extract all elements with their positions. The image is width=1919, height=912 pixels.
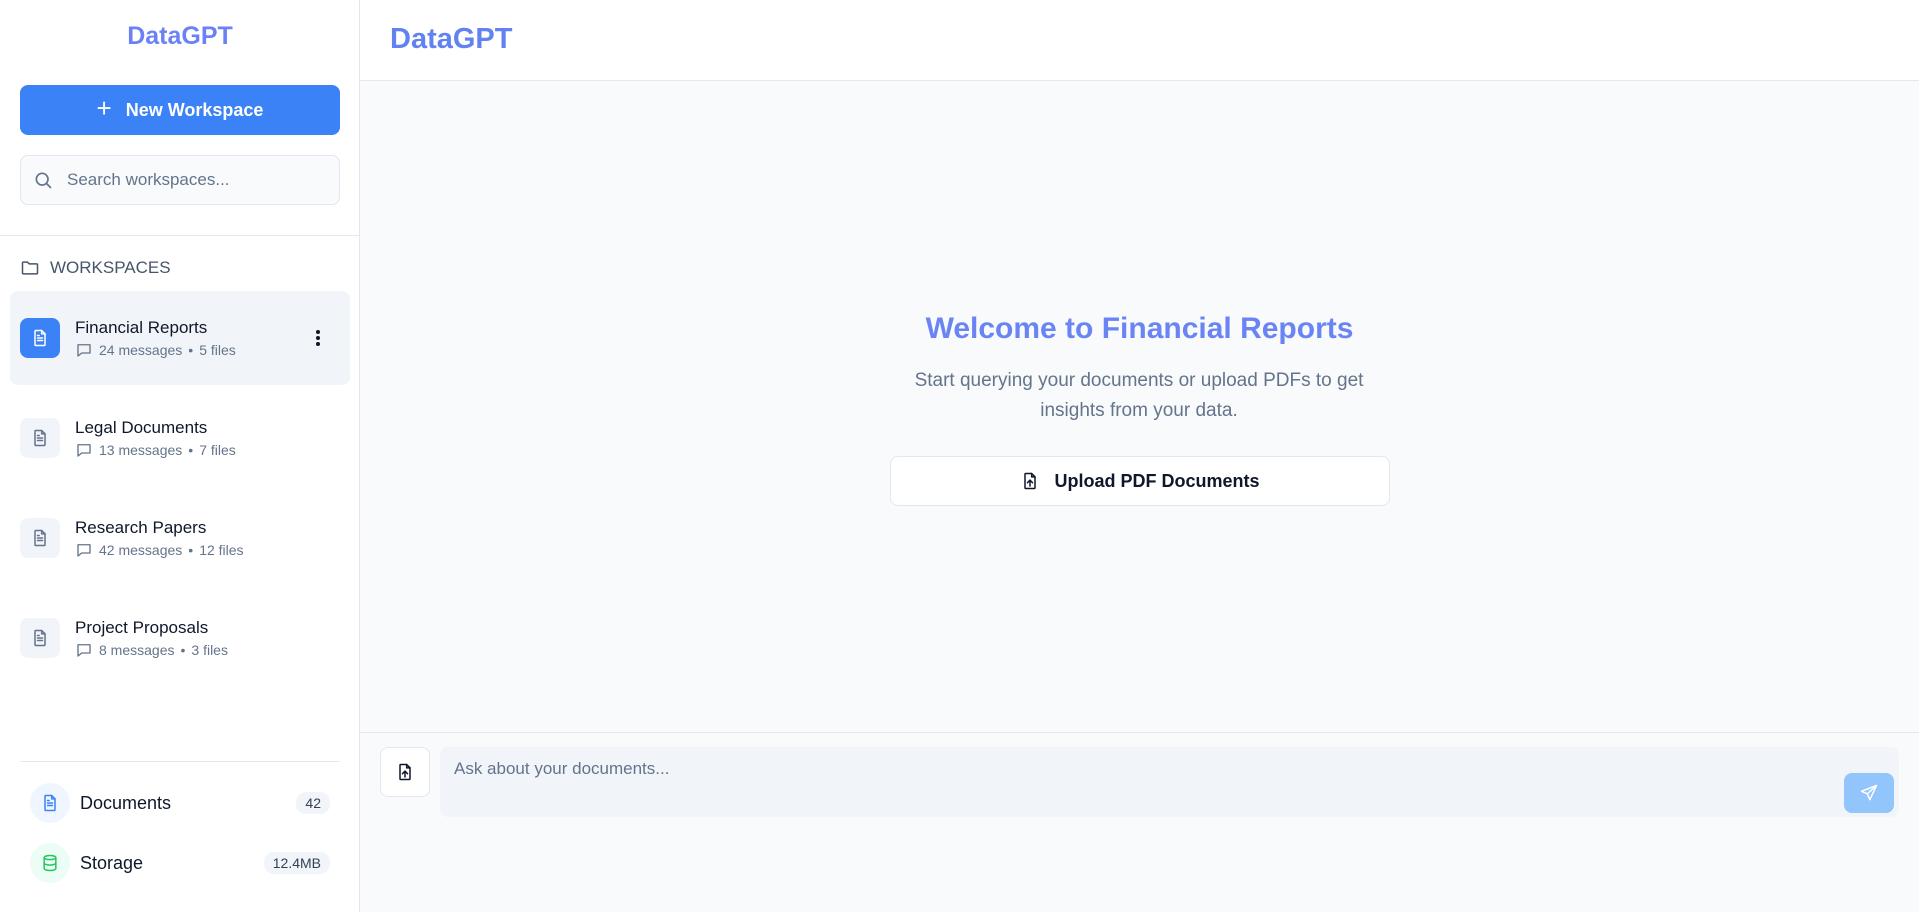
- file-text-icon: [20, 418, 60, 458]
- meta-separator: •: [188, 341, 194, 358]
- documents-label: Documents: [80, 792, 172, 813]
- workspace-messages: 13 messages: [99, 441, 183, 458]
- upload-pdf-button[interactable]: Upload PDF Documents: [890, 456, 1390, 506]
- workspace-messages: 24 messages: [99, 341, 183, 358]
- workspace-title: Research Papers: [75, 517, 207, 537]
- workspace-meta: 8 messages • 3 files: [75, 641, 228, 659]
- workspace-files: 12 files: [199, 541, 244, 558]
- file-upload-icon: [1024, 472, 1037, 490]
- send-icon: [1860, 784, 1878, 801]
- documents-count-badge: 42: [296, 792, 330, 814]
- search-icon: [35, 172, 52, 189]
- file-text-icon: [20, 518, 60, 558]
- top-bar: DataGPT: [360, 0, 1919, 81]
- chat-input-bar: [360, 732, 1919, 912]
- sidebar-divider: [0, 235, 360, 236]
- chat-input[interactable]: [454, 759, 1794, 805]
- sidebar-brand: DataGPT: [127, 22, 233, 50]
- folder-icon: [21, 261, 39, 275]
- workspace-title: Project Proposals: [75, 617, 209, 637]
- workspace-messages: 8 messages: [99, 641, 175, 658]
- welcome-title: Welcome to Financial Reports: [925, 312, 1354, 345]
- file-text-icon: [20, 318, 60, 358]
- attach-file-button[interactable]: [380, 747, 430, 797]
- search-box: [20, 155, 340, 205]
- meta-separator: •: [188, 441, 194, 458]
- welcome-subtitle: Start querying your documents or upload …: [914, 370, 1364, 421]
- file-text-icon: [20, 618, 60, 658]
- meta-separator: •: [180, 641, 186, 658]
- message-icon: [77, 643, 91, 657]
- new-workspace-label: New Workspace: [125, 99, 264, 120]
- workspace-item-legal-documents[interactable]: Legal Documents 13 messages • 7 files: [10, 391, 350, 485]
- workspace-files: 7 files: [199, 441, 236, 458]
- workspaces-header-label: WORKSPACES: [50, 258, 171, 277]
- main-brand: DataGPT: [390, 23, 513, 55]
- database-icon: [30, 843, 70, 883]
- chat-area: Welcome to Financial Reports Start query…: [360, 81, 1919, 732]
- more-vertical-icon[interactable]: [308, 328, 328, 348]
- workspace-files: 3 files: [191, 641, 228, 658]
- workspace-meta: 42 messages • 12 files: [75, 541, 244, 559]
- file-upload-icon: [399, 763, 411, 781]
- footer-divider: [20, 761, 340, 762]
- storage-stat[interactable]: Storage 12.4MB: [30, 842, 330, 884]
- message-icon: [77, 443, 91, 457]
- file-text-icon: [30, 783, 70, 823]
- upload-pdf-label: Upload PDF Documents: [1054, 470, 1260, 491]
- workspace-meta: 13 messages • 7 files: [75, 441, 236, 459]
- workspace-list: Financial Reports 24 messages • 5 files …: [10, 291, 350, 691]
- storage-value-badge: 12.4MB: [263, 852, 330, 874]
- workspace-title: Legal Documents: [75, 417, 208, 437]
- workspaces-header: WORKSPACES: [20, 258, 171, 278]
- workspace-item-research-papers[interactable]: Research Papers 42 messages • 12 files: [10, 491, 350, 585]
- workspace-meta: 24 messages • 5 files: [75, 341, 236, 359]
- workspace-messages: 42 messages: [99, 541, 183, 558]
- plus-icon: +: [96, 93, 112, 123]
- send-button[interactable]: [1844, 773, 1894, 813]
- message-icon: [77, 543, 91, 557]
- workspace-item-project-proposals[interactable]: Project Proposals 8 messages • 3 files: [10, 591, 350, 685]
- documents-stat[interactable]: Documents 42: [30, 782, 330, 824]
- search-input[interactable]: [67, 170, 327, 190]
- meta-separator: •: [188, 541, 194, 558]
- workspace-title: Financial Reports: [75, 317, 208, 337]
- storage-label: Storage: [80, 852, 144, 873]
- sidebar: DataGPT + New Workspace WORKSPACES Finan…: [0, 0, 360, 912]
- message-icon: [77, 343, 91, 357]
- workspace-files: 5 files: [199, 341, 236, 358]
- chat-input-box: [440, 747, 1899, 817]
- new-workspace-button[interactable]: + New Workspace: [20, 85, 340, 135]
- workspace-item-financial-reports[interactable]: Financial Reports 24 messages • 5 files: [10, 291, 350, 385]
